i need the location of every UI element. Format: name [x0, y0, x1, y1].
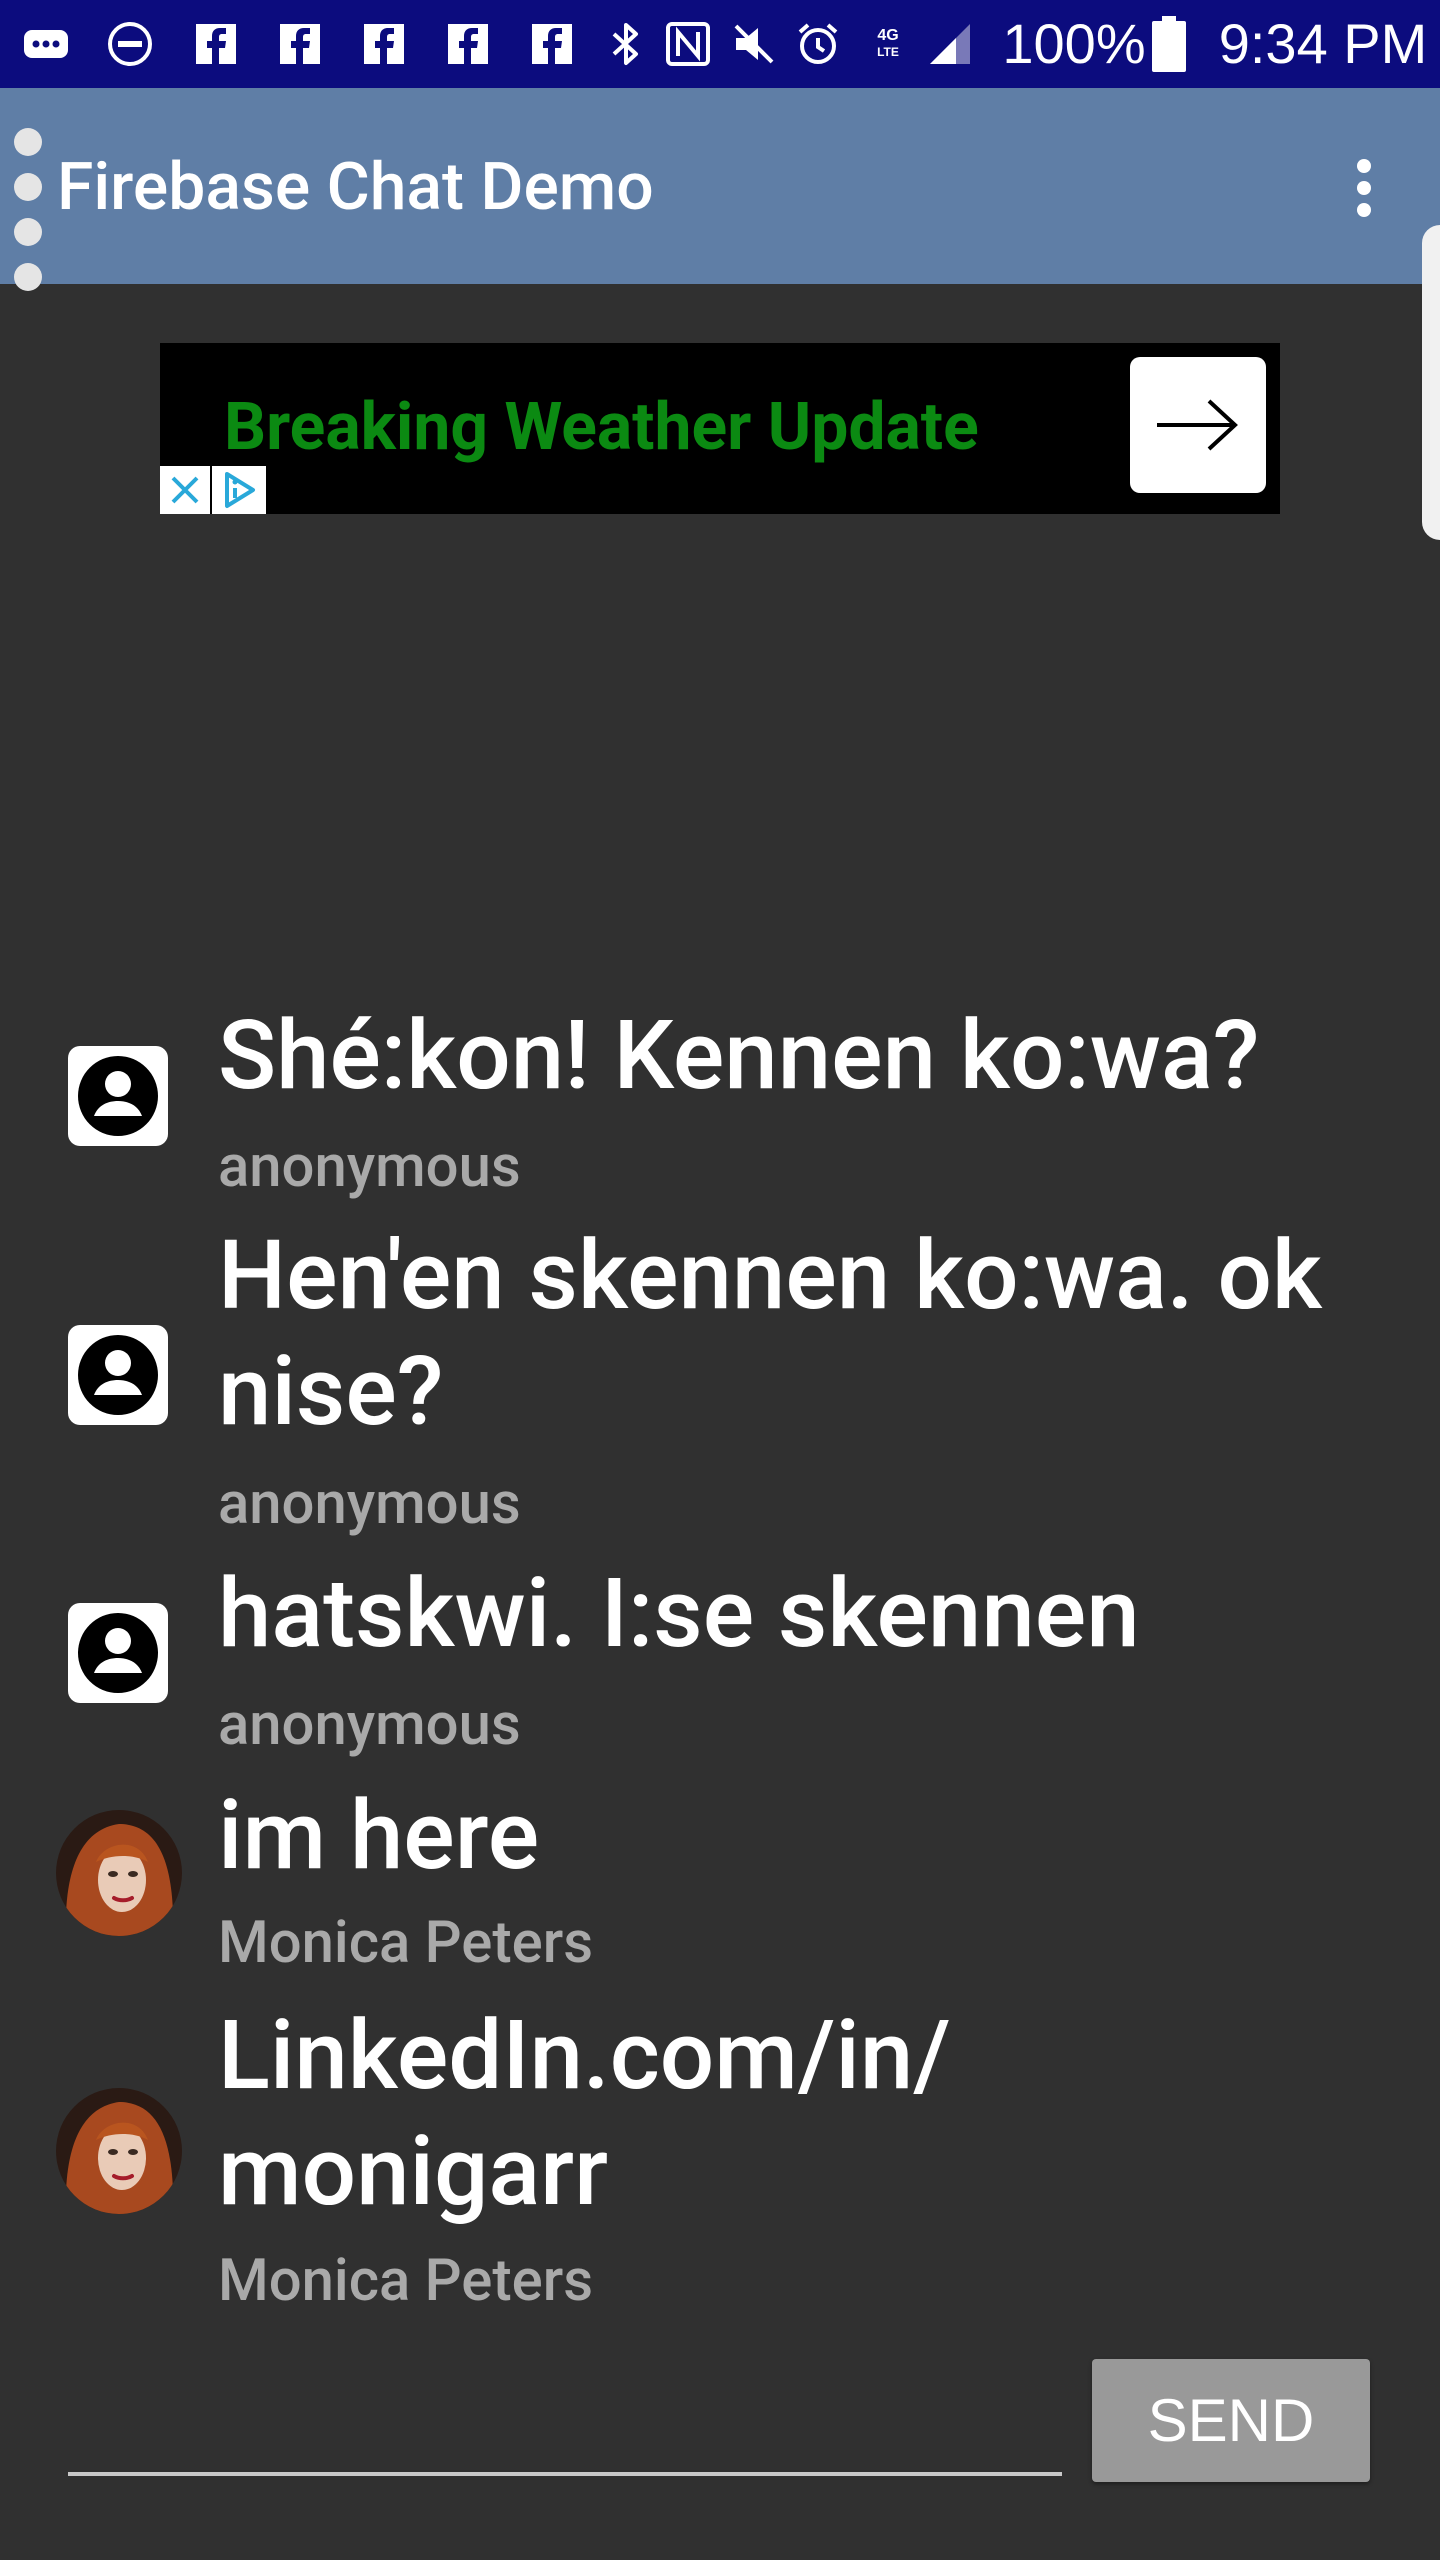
send-button[interactable]: SEND [1092, 2359, 1370, 2482]
adchoices-button[interactable] [212, 466, 266, 514]
facebook-icon [442, 0, 494, 88]
ad-open-button[interactable] [1130, 357, 1266, 493]
ad-banner[interactable]: Breaking Weather Update [160, 343, 1280, 514]
default-user-icon [68, 1325, 168, 1425]
message-input[interactable] [68, 2380, 1062, 2476]
status-bar: 4G LTE 100% 9:34 PM [0, 0, 1440, 88]
do-not-disturb-icon [104, 0, 156, 88]
battery-icon [1148, 0, 1190, 88]
svg-text:4G: 4G [877, 27, 898, 44]
nfc-icon [662, 0, 714, 88]
message-text: Shé:kon! Kennen ko:wa? [218, 1000, 1260, 1112]
message-author: anonymous [218, 1691, 521, 1759]
message-author: anonymous [218, 1470, 521, 1538]
message-author: anonymous [218, 1133, 521, 1201]
message-text: im here [218, 1780, 540, 1892]
alarm-icon [792, 0, 844, 88]
user-photo [56, 2088, 182, 2214]
drag-handle-icon[interactable] [10, 126, 46, 296]
default-user-icon [68, 1046, 168, 1146]
facebook-icon [526, 0, 578, 88]
adchoices-icon [225, 472, 255, 508]
bluetooth-icon [600, 0, 652, 88]
signal-icon [924, 0, 976, 88]
message-author: Monica Peters [218, 2247, 594, 2315]
edge-panel-handle[interactable] [1422, 225, 1440, 540]
message-text: hatskwi. I:se skennen [218, 1558, 1140, 1670]
mute-icon [728, 0, 780, 88]
facebook-icon [358, 0, 410, 88]
ad-close-button[interactable] [160, 466, 210, 514]
facebook-icon [190, 0, 242, 88]
message-text: LinkedIn.com/in/ monigarr [218, 2000, 951, 2228]
network-4g-icon: 4G LTE [862, 0, 914, 88]
facebook-icon [274, 0, 326, 88]
message-author: Monica Peters [218, 1909, 594, 1977]
message-icon [20, 0, 72, 88]
ad-headline: Breaking Weather Update [224, 389, 979, 466]
status-time: 9:34 PM [1218, 12, 1428, 75]
close-icon [171, 476, 199, 504]
app-title: Firebase Chat Demo [57, 149, 654, 226]
battery-percent: 100% [1002, 12, 1146, 75]
user-photo [56, 1810, 182, 1936]
overflow-menu-icon[interactable] [1336, 148, 1392, 228]
message-text: Hen'en skennen ko:wa. ok nise? [218, 1220, 1322, 1448]
arrow-right-icon [1157, 399, 1238, 451]
svg-text:LTE: LTE [877, 45, 899, 59]
default-user-icon [68, 1603, 168, 1703]
